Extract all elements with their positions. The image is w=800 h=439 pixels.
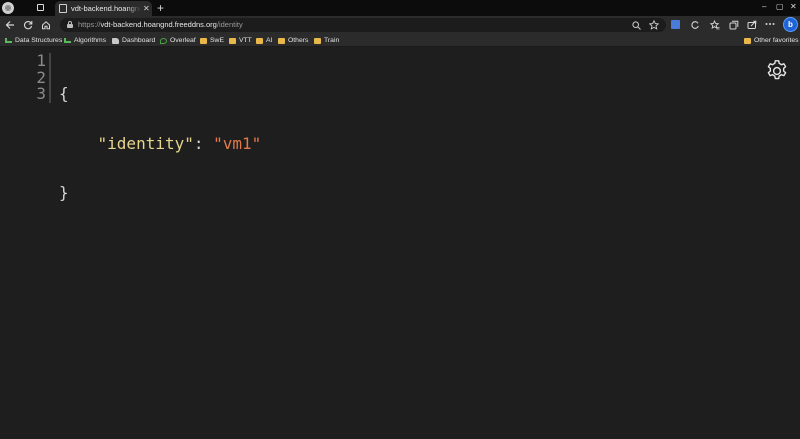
line-number: 3 [36, 84, 46, 103]
folder-icon [278, 37, 285, 44]
bookmark-label: Data Structures [15, 37, 63, 44]
json-lines: { "identity": "vm1" } [59, 53, 261, 235]
active-tab[interactable]: vdt-backend.hoangnd.freeddns.org/identit… [55, 1, 152, 16]
url-scheme: https:// [78, 20, 101, 29]
profile-avatar-icon[interactable] [2, 2, 14, 14]
leetcode-icon [5, 38, 12, 43]
line-number-gutter: 1 2 3 [30, 52, 46, 103]
page-favicon-icon [59, 4, 67, 13]
home-icon[interactable] [41, 20, 51, 30]
bookmark-label: AI [266, 37, 273, 44]
url-host: vdt-backend.hoangnd.freeddns.org [100, 20, 217, 29]
folder-icon [256, 37, 263, 44]
folder-icon [200, 37, 207, 44]
tab-strip: vdt-backend.hoangnd.freeddns.org/identit… [0, 0, 800, 16]
bookmarks-bar: Data Structures Algorithms Dashboard Ove… [0, 34, 800, 47]
address-bar[interactable]: https://vdt-backend.hoangnd.freeddns.org… [60, 18, 666, 32]
bookmark-folder-train[interactable]: Train [314, 35, 339, 46]
zoom-icon[interactable] [632, 21, 641, 30]
bookmark-folder-others[interactable]: Others [278, 35, 308, 46]
bookmark-label: Dashboard [122, 37, 156, 44]
bookmark-label: VTT [239, 37, 252, 44]
collections-icon[interactable] [729, 20, 739, 30]
overleaf-icon [160, 37, 167, 44]
more-options-icon[interactable] [765, 22, 775, 26]
bookmark-label: Overleaf [170, 37, 196, 44]
tab-close-icon[interactable]: ✕ [143, 4, 150, 13]
refresh-icon[interactable] [23, 20, 33, 30]
bookmark-label: Train [324, 37, 340, 44]
json-colon: : [193, 133, 214, 153]
json-string-value: "vm1" [213, 133, 262, 153]
copilot-icon[interactable]: b [783, 17, 798, 32]
url-path: /identity [216, 20, 243, 29]
dashboard-icon [112, 37, 119, 44]
json-open-brace: { [59, 84, 69, 103]
bookmark-folder-vtt[interactable]: VTT [229, 35, 252, 46]
json-close-brace: } [59, 183, 69, 202]
url-text[interactable]: https://vdt-backend.hoangnd.freeddns.org… [78, 20, 243, 30]
bookmark-algorithms[interactable]: Algorithms [64, 35, 106, 46]
sync-icon[interactable] [690, 20, 700, 30]
back-icon[interactable] [5, 20, 15, 30]
bookmark-label: Others [288, 37, 309, 44]
browser-toolbar: https://vdt-backend.hoangnd.freeddns.org… [0, 16, 800, 34]
bookmark-label: SwE [210, 37, 224, 44]
favorite-star-icon[interactable] [649, 20, 659, 30]
favorites-icon[interactable] [710, 20, 720, 30]
lock-icon[interactable] [67, 21, 73, 28]
minimize-button[interactable]: – [762, 2, 766, 12]
other-favorites[interactable]: Other favorites [744, 35, 799, 46]
bookmark-overleaf[interactable]: Overleaf [160, 35, 196, 46]
bookmark-data-structures[interactable]: Data Structures [5, 35, 62, 46]
bookmark-folder-swe[interactable]: SwE [200, 35, 224, 46]
tab-title: vdt-backend.hoangnd.freeddns.org/identit… [71, 4, 141, 13]
tab-actions-icon[interactable] [37, 4, 44, 11]
extension-icon[interactable] [671, 20, 680, 29]
share-icon[interactable] [747, 20, 757, 30]
bookmark-dashboard[interactable]: Dashboard [112, 35, 155, 46]
bookmark-label: Algorithms [74, 37, 107, 44]
page-content: 1 2 3 { "identity": "vm1" } [0, 47, 800, 439]
folder-icon [744, 37, 751, 44]
leetcode-icon [64, 38, 71, 43]
close-window-button[interactable]: ✕ [790, 2, 797, 12]
new-tab-button[interactable]: + [157, 1, 164, 15]
settings-gear-icon[interactable] [765, 59, 789, 83]
bookmark-folder-ai[interactable]: AI [256, 35, 272, 46]
json-key: "identity" [97, 133, 194, 153]
folder-icon [229, 37, 236, 44]
other-favorites-label: Other favorites [754, 37, 799, 44]
gutter-divider [49, 53, 51, 103]
maximize-button[interactable]: ▢ [776, 2, 784, 12]
folder-icon [314, 37, 321, 44]
